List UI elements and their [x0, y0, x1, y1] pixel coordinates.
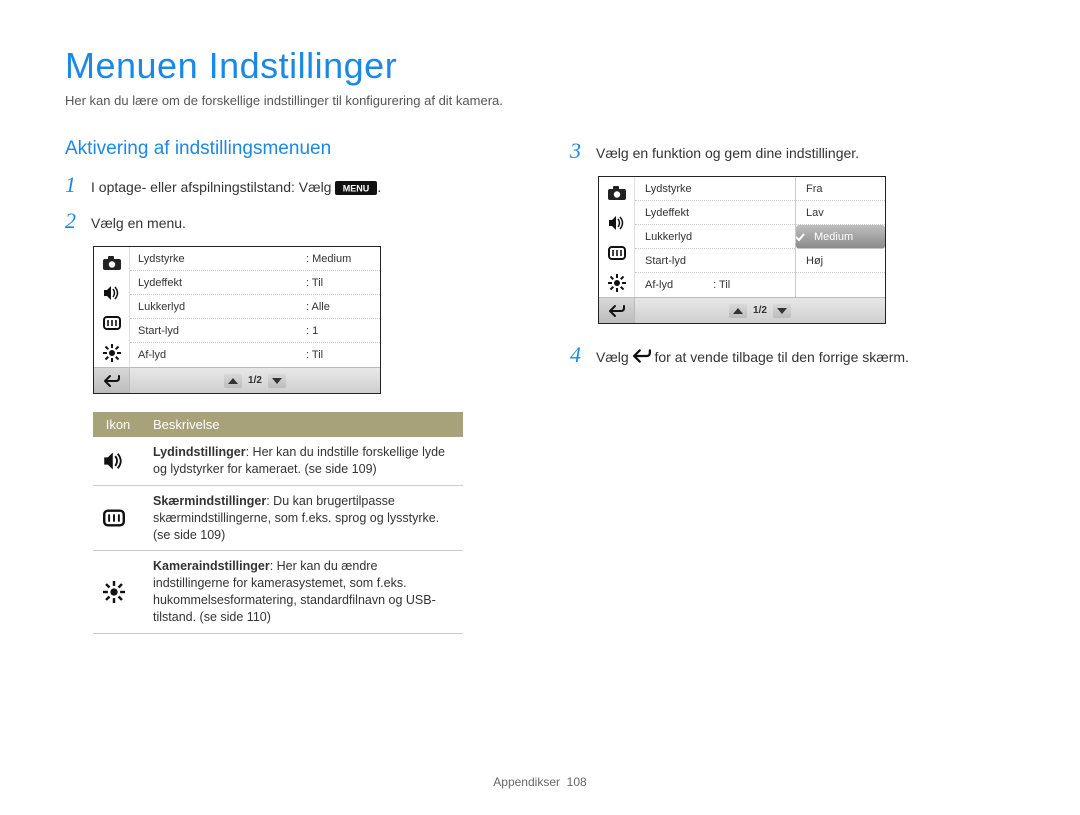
camera-ui-screenshot: Lydstyrke: Medium Lydeffekt: Til Lukkerl…	[93, 246, 381, 394]
chevron-up-icon	[224, 374, 242, 388]
page-subtitle: Her kan du lære om de forskellige indsti…	[65, 93, 1015, 108]
sidebar-icon-strip	[94, 247, 130, 367]
setting-value: : Medium	[306, 253, 372, 265]
back-icon	[599, 298, 635, 323]
option-item: Fra	[796, 177, 885, 201]
setting-label: Lukkerlyd	[138, 301, 306, 313]
option-item: Høj	[796, 249, 885, 273]
display-icon	[607, 243, 627, 263]
speaker-icon	[102, 283, 122, 303]
icon-description-table: Ikon Beskrivelse Lydindstillinger: Her k…	[93, 412, 463, 634]
step-4: 4 Vælg for at vende tilbage til den forr…	[570, 344, 1015, 366]
setting-label: Start-lyd	[138, 325, 306, 337]
gear-icon	[102, 343, 122, 363]
sidebar-icon-strip	[599, 177, 635, 297]
chevron-down-icon	[268, 374, 286, 388]
camera-ui-screenshot: Lydstyrke Lydeffekt Lukkerlyd Start-lyd …	[598, 176, 886, 324]
step-number: 2	[65, 210, 79, 232]
step-1: 1 I optage- eller afspilningstilstand: V…	[65, 174, 510, 196]
right-column: 3 Vælg en funktion og gem dine indstilli…	[570, 138, 1015, 634]
page-footer: Appendikser 108	[0, 775, 1080, 789]
step-3: 3 Vælg en funktion og gem dine indstilli…	[570, 140, 1015, 162]
back-icon	[94, 368, 130, 393]
gear-icon	[103, 581, 133, 603]
setting-label: Lukkerlyd	[635, 225, 795, 249]
table-row: Skærmindstillinger: Du kan brugertilpass…	[143, 485, 463, 551]
chevron-up-icon	[729, 304, 747, 318]
section-heading: Aktivering af indstillingsmenuen	[65, 138, 510, 160]
step-text: Vælg en funktion og gem dine indstilling…	[596, 145, 859, 161]
speaker-icon	[103, 451, 133, 471]
step-text: Vælg	[596, 349, 633, 365]
svg-text:MENU: MENU	[343, 184, 370, 194]
step-text-end: for at vende tilbage til den forrige skæ…	[654, 349, 908, 365]
step-number: 4	[570, 344, 584, 366]
setting-label: Lydstyrke	[635, 177, 795, 201]
setting-label: Lydeffekt	[138, 277, 306, 289]
table-header-desc: Beskrivelse	[143, 412, 463, 437]
setting-label: Lydeffekt	[635, 201, 795, 225]
step-text: Vælg en menu.	[91, 215, 186, 231]
back-icon	[633, 348, 651, 364]
page-title: Menuen Indstillinger	[65, 45, 1015, 87]
display-icon	[102, 313, 122, 333]
setting-value: : Til	[306, 277, 372, 289]
step-number: 1	[65, 174, 79, 196]
table-header-icon: Ikon	[93, 412, 143, 437]
setting-label: Af-lyd	[138, 349, 306, 361]
camera-mode-icon	[607, 183, 627, 203]
setting-value: : Alle	[306, 301, 372, 313]
menu-icon: MENU	[335, 181, 377, 195]
setting-value: : Til	[306, 349, 372, 361]
setting-label: Lydstyrke	[138, 253, 306, 265]
setting-value: : 1	[306, 325, 372, 337]
gear-icon	[607, 273, 627, 293]
setting-label: Start-lyd	[635, 249, 795, 273]
step-text-end: .	[377, 179, 381, 195]
display-icon	[103, 509, 133, 527]
table-row: Kameraindstillinger: Her kan du ændre in…	[143, 551, 463, 634]
step-2: 2 Vælg en menu.	[65, 210, 510, 232]
speaker-icon	[607, 213, 627, 233]
option-item	[796, 273, 885, 297]
step-text: I optage- eller afspilningstilstand: Væl…	[91, 179, 335, 195]
page-indicator: 1/2	[753, 305, 767, 316]
setting-label: Af-lyd: Til	[635, 273, 795, 297]
page-indicator: 1/2	[248, 375, 262, 386]
check-icon	[794, 231, 806, 243]
camera-mode-icon	[102, 253, 122, 273]
chevron-down-icon	[773, 304, 791, 318]
table-row: Lydindstillinger: Her kan du indstille f…	[143, 437, 463, 485]
option-item-selected: Medium	[796, 225, 885, 249]
option-item: Lav	[796, 201, 885, 225]
step-number: 3	[570, 140, 584, 162]
left-column: Aktivering af indstillingsmenuen 1 I opt…	[65, 138, 510, 634]
